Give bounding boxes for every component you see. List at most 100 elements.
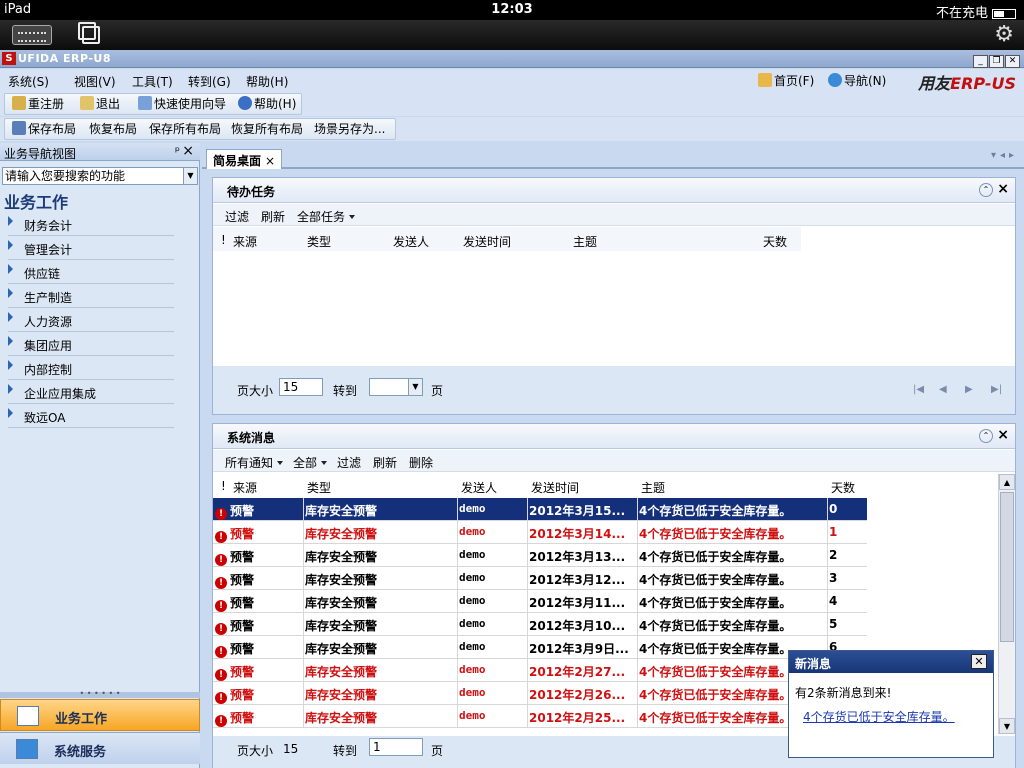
goto-page-select[interactable]: ▼ <box>369 378 423 396</box>
cell-divider <box>527 636 528 659</box>
goto-page-select[interactable]: 1 <box>369 738 423 756</box>
nav-item-oa[interactable]: 致远OA <box>8 405 174 428</box>
vertical-scrollbar[interactable]: ▲ ▼ <box>998 474 1015 734</box>
all-notices-dropdown[interactable]: 所有通知 <box>225 454 284 471</box>
nav-item-internal-control[interactable]: 内部控制 <box>8 357 174 380</box>
table-row[interactable]: ! 预警 库存安全预警 demo 2012年3月15... 4个存货已低于安全库存量。 0 <box>213 498 867 521</box>
guide-icon <box>138 96 152 110</box>
nav-item-finance[interactable]: 财务会计 <box>8 213 174 236</box>
window-switch-icon[interactable] <box>78 22 100 44</box>
chevron-down-icon[interactable]: ▼ <box>183 168 197 184</box>
menu-goto[interactable]: 转到(G) <box>188 73 231 90</box>
menu-view[interactable]: 视图(V) <box>74 73 116 90</box>
save-all-layouts-button[interactable]: 保存所有布局 <box>149 120 221 137</box>
cell-divider <box>637 521 638 544</box>
tab-business-work[interactable]: 业务工作 <box>0 699 200 731</box>
panel-title: 系统消息 <box>227 431 276 445</box>
close-icon[interactable]: × <box>997 181 1009 197</box>
tab-simple-desktop[interactable]: 简易桌面 × <box>206 149 283 169</box>
scroll-thumb[interactable] <box>1000 492 1014 642</box>
column-header[interactable]: 天数 <box>763 233 787 250</box>
pin-icon[interactable]: ᵖ <box>175 144 180 158</box>
resize-handle[interactable]: • • • • • • <box>0 690 200 698</box>
cell-divider <box>527 682 528 705</box>
table-row[interactable]: ! 预警 库存安全预警 demo 2012年2月25... 4个存货已低于安全库存量。 <box>213 705 867 728</box>
restore-button[interactable]: ❐ <box>989 55 1004 68</box>
refresh-button[interactable]: 刷新 <box>373 454 397 471</box>
column-header[interactable]: 来源 <box>233 479 257 496</box>
home-link[interactable]: 首页(F) <box>758 72 814 89</box>
navigation-link[interactable]: 导航(N) <box>828 72 886 89</box>
all-dropdown[interactable]: 全部 <box>293 454 328 471</box>
table-row[interactable]: ! 预警 库存安全预警 demo 2012年3月12... 4个存货已低于安全库存量。 3 <box>213 567 867 590</box>
help-button[interactable]: 帮助(H) <box>238 95 296 112</box>
column-header[interactable]: 发送人 <box>393 233 429 250</box>
nav-item-supply-chain[interactable]: 供应链 <box>8 261 174 284</box>
table-row[interactable]: ! 预警 库存安全预警 demo 2012年2月26... 4个存货已低于安全库存量。 <box>213 682 867 705</box>
nav-item-integration[interactable]: 企业应用集成 <box>8 381 174 404</box>
column-header[interactable]: 类型 <box>307 479 331 496</box>
cell-divider <box>637 705 638 728</box>
nav-item-management-accounting[interactable]: 管理会计 <box>8 237 174 260</box>
page-size-value[interactable]: 15 <box>283 742 298 756</box>
scroll-down-icon[interactable]: ▼ <box>999 718 1015 734</box>
collapse-icon[interactable]: ⌃ <box>979 429 993 443</box>
restore-all-layouts-button[interactable]: 恢复所有布局 <box>231 120 303 137</box>
keyboard-icon[interactable] <box>12 25 52 45</box>
delete-button[interactable]: 删除 <box>409 454 433 471</box>
table-row[interactable]: ! 预警 库存安全预警 demo 2012年2月27... 4个存货已低于安全库存量。 <box>213 659 867 682</box>
close-icon[interactable]: × <box>182 143 194 159</box>
column-header[interactable]: 主题 <box>573 233 597 250</box>
all-tasks-dropdown[interactable]: 全部任务 <box>297 208 356 225</box>
filter-button[interactable]: 过滤 <box>337 454 361 471</box>
save-scene-as-button[interactable]: 场景另存为... <box>314 120 385 137</box>
last-page-icon[interactable]: ▶| <box>991 384 1002 395</box>
cell-divider <box>457 567 458 590</box>
close-button[interactable]: ✕ <box>1005 55 1020 68</box>
column-header[interactable]: 发送人 <box>461 479 497 496</box>
first-page-icon[interactable]: |◀ <box>913 384 924 395</box>
prev-page-icon[interactable]: ◀ <box>939 384 947 395</box>
relogin-button[interactable]: 重注册 <box>12 95 64 112</box>
nav-item-group[interactable]: 集团应用 <box>8 333 174 356</box>
refresh-button[interactable]: 刷新 <box>261 208 285 225</box>
nav-item-manufacturing[interactable]: 生产制造 <box>8 285 174 308</box>
cell-divider <box>637 590 638 613</box>
quick-guide-button[interactable]: 快速使用向导 <box>138 95 226 112</box>
table-row[interactable]: ! 预警 库存安全预警 demo 2012年3月13... 4个存货已低于安全库存量。 2 <box>213 544 867 567</box>
cell-sender: demo <box>459 709 486 722</box>
tab-scroll-arrows[interactable]: ▾◂▸ <box>991 150 1018 161</box>
tab-system-service[interactable]: 系统服务 <box>0 732 200 764</box>
function-search-input[interactable]: 请输入您要搜索的功能 ▼ <box>2 167 198 185</box>
table-row[interactable]: ! 预警 库存安全预警 demo 2012年3月11... 4个存货已低于安全库存量。 4 <box>213 590 867 613</box>
exit-button[interactable]: 退出 <box>80 95 120 112</box>
scroll-up-icon[interactable]: ▲ <box>999 474 1015 490</box>
cell-divider <box>637 498 638 521</box>
table-row[interactable]: ! 预警 库存安全预警 demo 2012年3月9日... 4个存货已低于安全库存量。 6 <box>213 636 867 659</box>
nav-item-hr[interactable]: 人力资源 <box>8 309 174 332</box>
column-header[interactable]: 发送时间 <box>463 233 511 250</box>
column-header[interactable]: 来源 <box>233 233 257 250</box>
table-row[interactable]: ! 预警 库存安全预警 demo 2012年3月14... 4个存货已低于安全库存量。 1 <box>213 521 867 544</box>
save-layout-button[interactable]: 保存布局 <box>12 120 76 137</box>
filter-button[interactable]: 过滤 <box>225 208 249 225</box>
page-size-input[interactable]: 15 <box>279 378 323 396</box>
popup-message-link[interactable]: 4个存货已低于安全库存量。 <box>803 708 955 725</box>
next-page-icon[interactable]: ▶ <box>965 384 973 395</box>
gear-icon[interactable]: ⚙ <box>994 23 1014 47</box>
menu-tools[interactable]: 工具(T) <box>132 73 173 90</box>
menu-system[interactable]: 系统(S) <box>8 73 49 90</box>
table-row[interactable]: ! 预警 库存安全预警 demo 2012年3月10... 4个存货已低于安全库存量。 5 <box>213 613 867 636</box>
collapse-icon[interactable]: ⌃ <box>979 183 993 197</box>
minimize-button[interactable]: _ <box>973 55 988 68</box>
column-header[interactable]: 发送时间 <box>531 479 579 496</box>
close-icon[interactable]: ✕ <box>971 654 987 669</box>
menu-help[interactable]: 帮助(H) <box>246 73 288 90</box>
column-header[interactable]: 天数 <box>831 479 855 496</box>
close-icon[interactable]: × <box>265 154 275 168</box>
warning-icon: ! <box>215 669 227 681</box>
restore-layout-button[interactable]: 恢复布局 <box>89 120 137 137</box>
column-header[interactable]: 类型 <box>307 233 331 250</box>
close-icon[interactable]: × <box>997 427 1009 443</box>
column-header[interactable]: 主题 <box>641 479 665 496</box>
